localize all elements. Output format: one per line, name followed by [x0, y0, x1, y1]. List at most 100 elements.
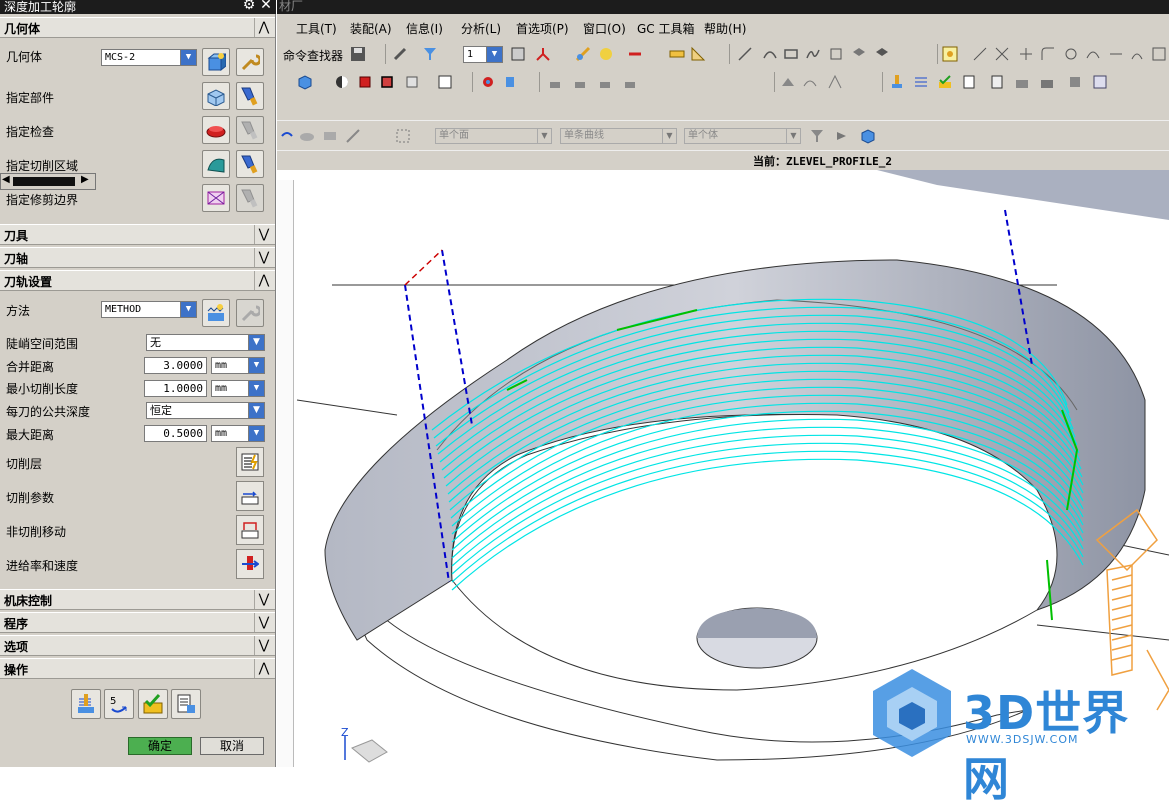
dropdown-arrow-icon[interactable]: ▼: [248, 381, 264, 396]
chevron-up-icon[interactable]: ⋀: [254, 659, 273, 678]
cut-parameters-button[interactable]: [236, 481, 264, 511]
section-tool-axis[interactable]: 刀轴 ⋁: [0, 247, 275, 268]
bridge-icon[interactable]: [1085, 46, 1101, 62]
dropdown-arrow-icon[interactable]: ▼: [786, 129, 800, 143]
section-geometry[interactable]: 几何体 ⋀: [0, 17, 275, 38]
arrow-right-icon[interactable]: [834, 128, 850, 144]
filter-icon[interactable]: [422, 46, 438, 62]
select-body-icon[interactable]: [299, 128, 315, 144]
point-icon[interactable]: [942, 46, 958, 62]
menu-help[interactable]: 帮助(H): [704, 20, 746, 37]
display-part-button[interactable]: [236, 82, 264, 110]
curve-tool-icon[interactable]: [802, 74, 818, 90]
show-hide-icon[interactable]: [480, 74, 496, 90]
object-info-icon[interactable]: [597, 74, 613, 90]
select-part-button[interactable]: [202, 82, 230, 110]
dropdown-arrow-icon[interactable]: ▼: [180, 302, 196, 317]
menu-assembly[interactable]: 装配(A): [350, 20, 392, 37]
feeds-speeds-button[interactable]: [236, 549, 264, 579]
non-cutting-moves-button[interactable]: [236, 515, 264, 545]
edit-display-icon[interactable]: [572, 74, 588, 90]
selection-filter-icon[interactable]: [809, 128, 825, 144]
min-cut-length-unit-select[interactable]: mm ▼: [211, 380, 265, 397]
curve-rule-select[interactable]: 单条曲线 ▼: [560, 128, 677, 144]
select-check-button[interactable]: [202, 116, 230, 144]
select-cut-area-button[interactable]: [202, 150, 230, 178]
chevron-down-icon[interactable]: ⋁: [254, 248, 273, 267]
chevron-up-icon[interactable]: ⋀: [254, 271, 273, 290]
max-distance-unit-select[interactable]: mm ▼: [211, 425, 265, 442]
generate-button[interactable]: [71, 689, 101, 719]
shaded-icon[interactable]: [357, 74, 373, 90]
section-options[interactable]: 选项 ⋁: [0, 635, 275, 656]
menu-tools[interactable]: 工具(T): [296, 20, 337, 37]
menu-information[interactable]: 信息(I): [406, 20, 443, 37]
chevron-up-icon[interactable]: ⋀: [254, 18, 273, 37]
cut-levels-button[interactable]: [236, 447, 264, 477]
offset-icon[interactable]: [828, 46, 844, 62]
section-machine-control[interactable]: 机床控制 ⋁: [0, 589, 275, 610]
horizontal-scrollbar[interactable]: ◀ ▶: [0, 173, 96, 190]
operation-icon[interactable]: [889, 74, 905, 90]
chamfer-icon[interactable]: [1063, 46, 1079, 62]
line-tool-icon[interactable]: [972, 46, 988, 62]
dropdown-arrow-icon[interactable]: ▼: [248, 426, 264, 441]
divide-icon[interactable]: [1108, 46, 1124, 62]
output-icon[interactable]: [1092, 74, 1108, 90]
measure-icon[interactable]: [598, 46, 614, 62]
layer-settings-icon[interactable]: [510, 46, 526, 62]
replay-button[interactable]: 5: [104, 689, 134, 719]
solid-body-icon[interactable]: [860, 128, 876, 144]
display-cut-area-button[interactable]: [236, 150, 264, 178]
edit-method-button[interactable]: [236, 299, 264, 327]
dropdown-arrow-icon[interactable]: ▼: [180, 50, 196, 65]
extend-icon[interactable]: [1018, 46, 1034, 62]
method-select[interactable]: METHOD ▼: [101, 301, 197, 318]
chevron-down-icon[interactable]: ⋁: [254, 590, 273, 609]
merge-distance-input[interactable]: 3.0000: [144, 357, 207, 374]
min-cut-length-input[interactable]: 1.0000: [144, 380, 207, 397]
dropdown-arrow-icon[interactable]: ▼: [248, 403, 264, 418]
menu-gc-toolbox[interactable]: GC 工具箱: [637, 20, 695, 37]
menu-window[interactable]: 窗口(O): [583, 20, 626, 37]
dropdown-arrow-icon[interactable]: ▼: [248, 335, 264, 350]
ruler-icon[interactable]: [669, 46, 685, 62]
list-button[interactable]: [171, 689, 201, 719]
selection-box-icon[interactable]: [395, 128, 411, 144]
dropdown-arrow-icon[interactable]: ▼: [537, 129, 551, 143]
save-icon[interactable]: [350, 46, 366, 62]
body-rule-select[interactable]: 单个体 ▼: [684, 128, 801, 144]
edit-object-icon[interactable]: [547, 74, 563, 90]
arc-icon[interactable]: [762, 46, 778, 62]
menu-analysis[interactable]: 分析(L): [461, 20, 501, 37]
dropdown-arrow-icon[interactable]: ▼: [248, 358, 264, 373]
postprocess-icon[interactable]: [961, 74, 977, 90]
edit-geometry-button[interactable]: [236, 48, 264, 76]
max-distance-input[interactable]: 0.5000: [144, 425, 207, 442]
extract-icon[interactable]: [874, 46, 890, 62]
section-tool[interactable]: 刀具 ⋁: [0, 224, 275, 245]
merge-distance-unit-select[interactable]: mm ▼: [211, 357, 265, 374]
display-check-button[interactable]: [236, 116, 264, 144]
verify-toolpath-icon[interactable]: [937, 74, 953, 90]
menu-preferences[interactable]: 首选项(P): [516, 20, 569, 37]
scroll-right-icon[interactable]: ▶: [81, 174, 89, 185]
shop-doc-icon[interactable]: [989, 74, 1005, 90]
scroll-thumb[interactable]: [13, 177, 75, 186]
section-path-settings[interactable]: 刀轨设置 ⋀: [0, 270, 275, 291]
render-style-icon[interactable]: [334, 74, 350, 90]
spline-icon[interactable]: [805, 46, 821, 62]
geometry-select[interactable]: MCS-2 ▼: [101, 49, 197, 66]
dropdown-arrow-icon[interactable]: ▼: [486, 47, 502, 62]
move-to-layer-icon[interactable]: [503, 74, 519, 90]
scroll-left-icon[interactable]: ◀: [2, 174, 10, 185]
chevron-down-icon[interactable]: ⋁: [254, 613, 273, 632]
section-program[interactable]: 程序 ⋁: [0, 612, 275, 633]
angle-icon[interactable]: [690, 46, 706, 62]
analysis-tool-icon[interactable]: [827, 74, 843, 90]
section-actions[interactable]: 操作 ⋀: [0, 658, 275, 679]
text-tool-icon[interactable]: [1151, 46, 1167, 62]
undo-icon[interactable]: [279, 128, 295, 144]
project-icon[interactable]: [851, 46, 867, 62]
toolpath-icon[interactable]: [913, 74, 929, 90]
